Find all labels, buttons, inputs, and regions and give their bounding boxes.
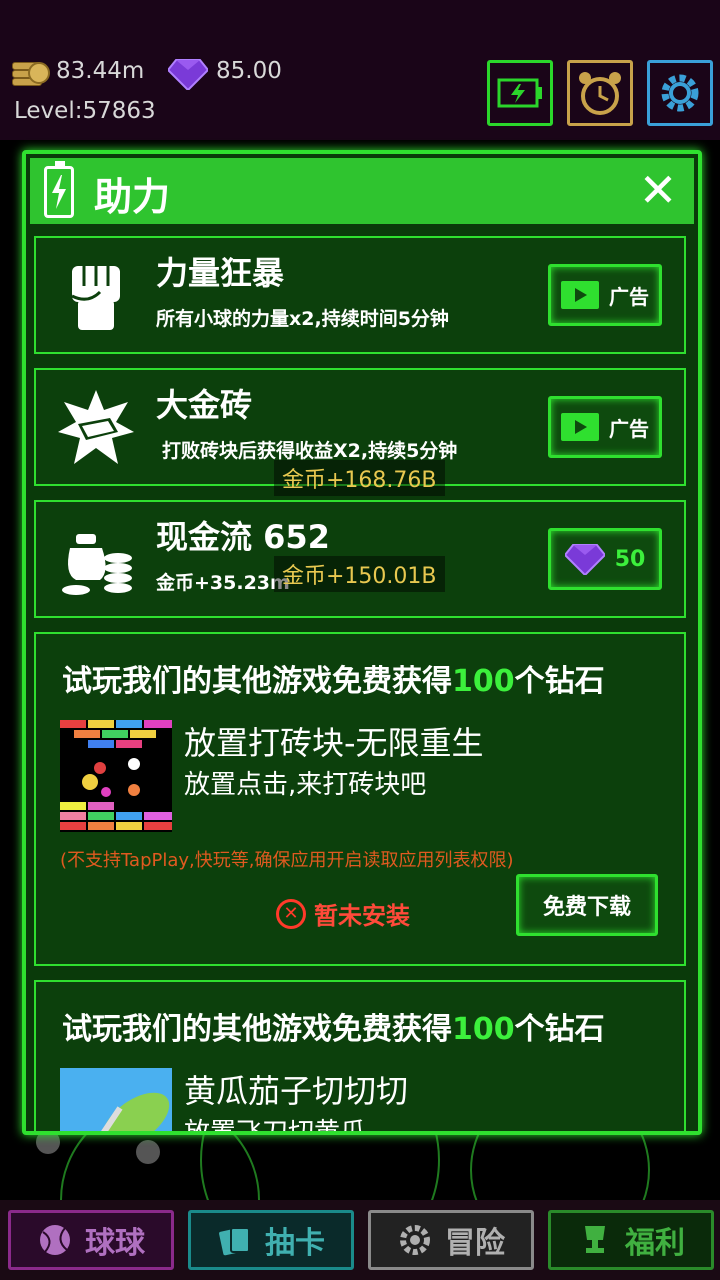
gear-icon	[661, 74, 699, 112]
cards-icon	[219, 1227, 250, 1256]
fist-icon	[71, 266, 120, 330]
alarm-clock-icon	[579, 72, 621, 115]
nav-balls[interactable]: 球球	[8, 1210, 174, 1270]
nav-welfare[interactable]: 福利	[548, 1210, 714, 1270]
coin-count: 83.44m	[56, 58, 145, 84]
nav-adventure[interactable]: 冒险	[368, 1210, 534, 1270]
free-download-button[interactable]: 免费下载	[516, 874, 658, 936]
install-status: ✕ 暂未安装	[276, 896, 410, 931]
decor-ball	[136, 1140, 160, 1164]
gem-price: 50	[614, 546, 646, 572]
promo-heading: 试玩我们的其他游戏免费获得100个钻石	[62, 664, 605, 699]
nav-label: 冒险	[445, 1226, 505, 1261]
ball-icon	[40, 1225, 70, 1255]
close-icon[interactable]: ✕	[632, 164, 684, 216]
boost-desc: 所有小球的力量x2,持续时间5分钟	[156, 308, 449, 330]
bottom-nav: 球球 抽卡 冒险 福利	[0, 1200, 720, 1280]
coin-icon	[12, 58, 50, 88]
ad-label: 广告	[609, 416, 649, 441]
boost-title: 大金砖	[156, 386, 253, 424]
gold-brick-icon	[58, 390, 134, 464]
watch-ad-button[interactable]: 广告	[548, 264, 662, 326]
game-thumbnail[interactable]	[60, 1068, 172, 1131]
gem-count: 85.00	[216, 58, 282, 84]
floating-coin-text: 金币+168.76B	[274, 460, 445, 496]
error-icon: ✕	[276, 898, 306, 929]
alarm-button[interactable]	[567, 60, 633, 126]
video-icon	[561, 413, 599, 441]
gem-icon	[168, 59, 208, 90]
nav-label: 抽卡	[265, 1226, 325, 1261]
floating-coin-text: 金币+150.01B	[274, 556, 445, 592]
buy-with-gems-button[interactable]: 50	[548, 528, 662, 590]
promo-note: (不支持TapPlay,快玩等,确保应用开启读取应用列表权限)	[60, 850, 514, 871]
top-hud: 83.44m 85.00 Level:57863	[0, 0, 720, 140]
promo-card: 试玩我们的其他游戏免费获得100个钻石 放置打砖块-无限重生 放置点击,来打砖块…	[34, 632, 686, 966]
promo-card: 试玩我们的其他游戏免费获得100个钻石 黄瓜茄子切切切 放置飞刀切黄瓜	[34, 980, 686, 1135]
install-status-label: 暂未安装	[314, 902, 410, 930]
panel-header: 助力 ✕	[30, 158, 694, 224]
watch-ad-button[interactable]: 广告	[548, 396, 662, 458]
nav-label: 福利	[625, 1226, 685, 1261]
panel-title: 助力	[94, 175, 171, 219]
boost-desc: 金币+35.23m	[156, 572, 290, 594]
settings-button[interactable]	[647, 60, 713, 126]
gem-icon	[564, 544, 605, 575]
boost-panel: 助力 ✕ 力量狂暴 所有小球的力量x2,持续时间5分钟 广告 大金砖 打败砖块后…	[22, 150, 702, 1135]
boost-title: 现金流 652	[156, 518, 330, 556]
promo-game-subtitle: 放置点击,来打砖块吧	[184, 770, 427, 800]
promo-heading: 试玩我们的其他游戏免费获得100个钻石	[62, 1012, 605, 1047]
video-icon	[561, 281, 599, 309]
promo-game-name: 黄瓜茄子切切切	[184, 1072, 409, 1110]
level-label: Level:57863	[14, 98, 156, 124]
trophy-icon	[585, 1226, 605, 1253]
promo-game-name: 放置打砖块-无限重生	[184, 724, 484, 762]
boost-desc: 打败砖块后获得收益X2,持续5分钟	[162, 440, 458, 462]
boost-title: 力量狂暴	[156, 254, 285, 292]
nav-cards[interactable]: 抽卡	[188, 1210, 354, 1270]
battery-icon	[497, 78, 542, 108]
battery-icon	[44, 161, 74, 218]
game-thumbnail[interactable]	[60, 720, 172, 832]
boost-button[interactable]	[487, 60, 553, 126]
ad-label: 广告	[609, 284, 649, 309]
money-bag-icon	[62, 534, 132, 595]
gear-icon	[400, 1225, 430, 1255]
boost-card-rage: 力量狂暴 所有小球的力量x2,持续时间5分钟 广告	[34, 236, 686, 354]
promo-game-subtitle: 放置飞刀切黄瓜	[184, 1118, 367, 1135]
nav-label: 球球	[85, 1226, 145, 1261]
